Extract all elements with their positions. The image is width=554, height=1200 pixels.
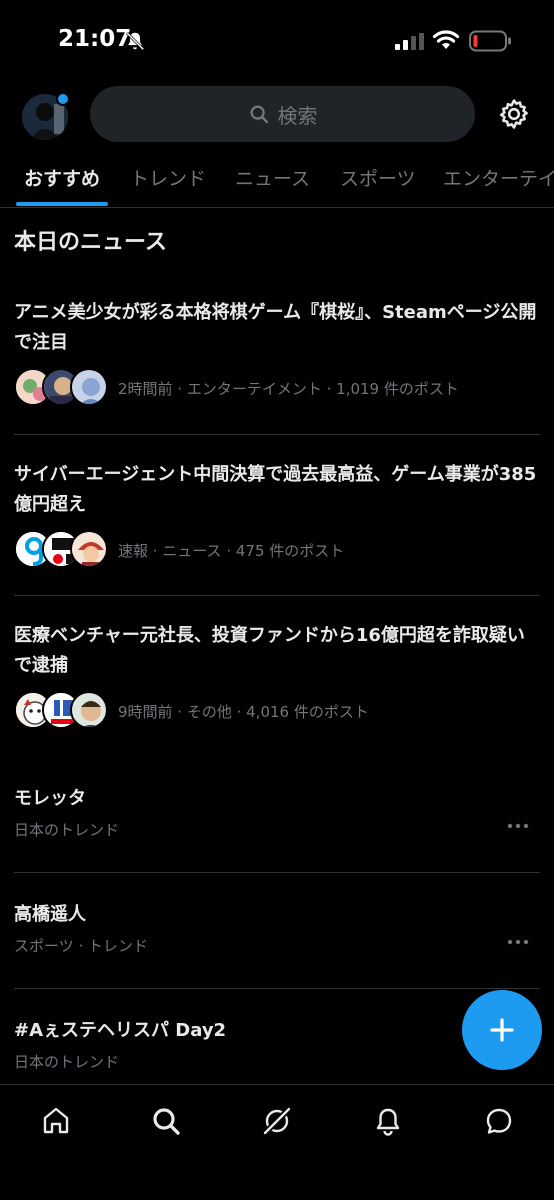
news-headline: 医療ベンチャー元社長、投資ファンドから16億円超を詐取疑いで逮捕 (14, 625, 525, 676)
grok-icon[interactable] (261, 1105, 293, 1137)
signal-icon (395, 33, 424, 50)
tab-sports[interactable]: スポーツ (340, 164, 416, 191)
more-icon[interactable] (506, 822, 530, 830)
news-headline: サイバーエージェント中間決算で過去最高益、ゲーム事業が385億円超え (14, 464, 537, 515)
news-avatar (70, 368, 108, 406)
news-avatars (14, 368, 114, 408)
news-avatar (70, 530, 108, 568)
news-meta-text: 速報 · ニュース · 475 件のポスト (118, 541, 345, 560)
divider (14, 595, 540, 596)
explore-icon[interactable] (150, 1105, 182, 1137)
trend-subtitle: スポーツ · トレンド (14, 937, 149, 955)
tab-trending[interactable]: トレンド (130, 164, 206, 191)
divider (14, 872, 540, 873)
tab-entertainment[interactable]: エンターテイ (443, 164, 554, 191)
more-icon[interactable] (506, 938, 530, 946)
search-bar[interactable]: 検索 (90, 86, 475, 142)
gear-icon[interactable] (497, 97, 531, 131)
tab-news[interactable]: ニュース (235, 164, 310, 191)
trend-subtitle: 日本のトレンド (14, 1053, 120, 1071)
avatar-badge (56, 92, 70, 106)
home-icon[interactable] (40, 1105, 72, 1137)
news-item[interactable]: サイバーエージェント中間決算で過去最高益、ゲーム事業が385億円超え 速報 · … (0, 460, 554, 595)
search-icon (249, 105, 268, 124)
trend-item[interactable]: 高橋遥人 スポーツ · トレンド (0, 900, 554, 988)
messages-icon[interactable] (483, 1105, 515, 1137)
divider (14, 988, 540, 989)
active-tab-indicator (16, 202, 108, 206)
trend-title: モレッタ (14, 788, 86, 809)
bottom-nav (0, 1084, 554, 1200)
news-meta: 速報 · ニュース · 475 件のポスト (14, 530, 344, 570)
news-item[interactable]: 医療ベンチャー元社長、投資ファンドから16億円超を詐取疑いで逮捕 9時間前 · … (0, 621, 554, 756)
status-time: 21:07 (58, 26, 132, 52)
trend-title: #Aぇステヘリスパ Day2 (14, 1020, 227, 1041)
compose-button[interactable] (462, 990, 542, 1070)
tab-recommended[interactable]: おすすめ (24, 164, 100, 191)
divider (14, 434, 540, 435)
trend-subtitle: 日本のトレンド (14, 821, 120, 839)
status-bar: 21:07 (0, 0, 554, 80)
battery-icon (469, 30, 511, 52)
bell-off-icon (125, 31, 145, 51)
section-title: 本日のニュース (14, 230, 167, 255)
explore-tabs: おすすめ トレンド ニュース スポーツ エンターテイ (0, 152, 554, 208)
news-meta-text: 2時間前 · エンターテイメント · 1,019 件のポスト (118, 379, 459, 398)
news-headline: アニメ美少女が彩る本格将棋ゲーム『棋桜』、Steamページ公開で注目 (14, 302, 537, 353)
news-meta-text: 9時間前 · その他 · 4,016 件のポスト (118, 702, 369, 721)
header: 検索 (0, 80, 554, 152)
news-meta: 2時間前 · エンターテイメント · 1,019 件のポスト (14, 368, 459, 408)
search-placeholder: 検索 (277, 103, 318, 128)
news-avatars (14, 530, 114, 570)
plus-icon (490, 1018, 514, 1042)
trend-item[interactable]: モレッタ 日本のトレンド (0, 784, 554, 872)
wifi-icon (432, 30, 460, 49)
news-meta: 9時間前 · その他 · 4,016 件のポスト (14, 691, 369, 731)
news-avatar (70, 691, 108, 729)
news-item[interactable]: アニメ美少女が彩る本格将棋ゲーム『棋桜』、Steamページ公開で注目 2時間前 … (0, 298, 554, 434)
news-avatars (14, 691, 114, 731)
trend-title: 高橋遥人 (14, 904, 86, 925)
notifications-icon[interactable] (372, 1105, 404, 1137)
